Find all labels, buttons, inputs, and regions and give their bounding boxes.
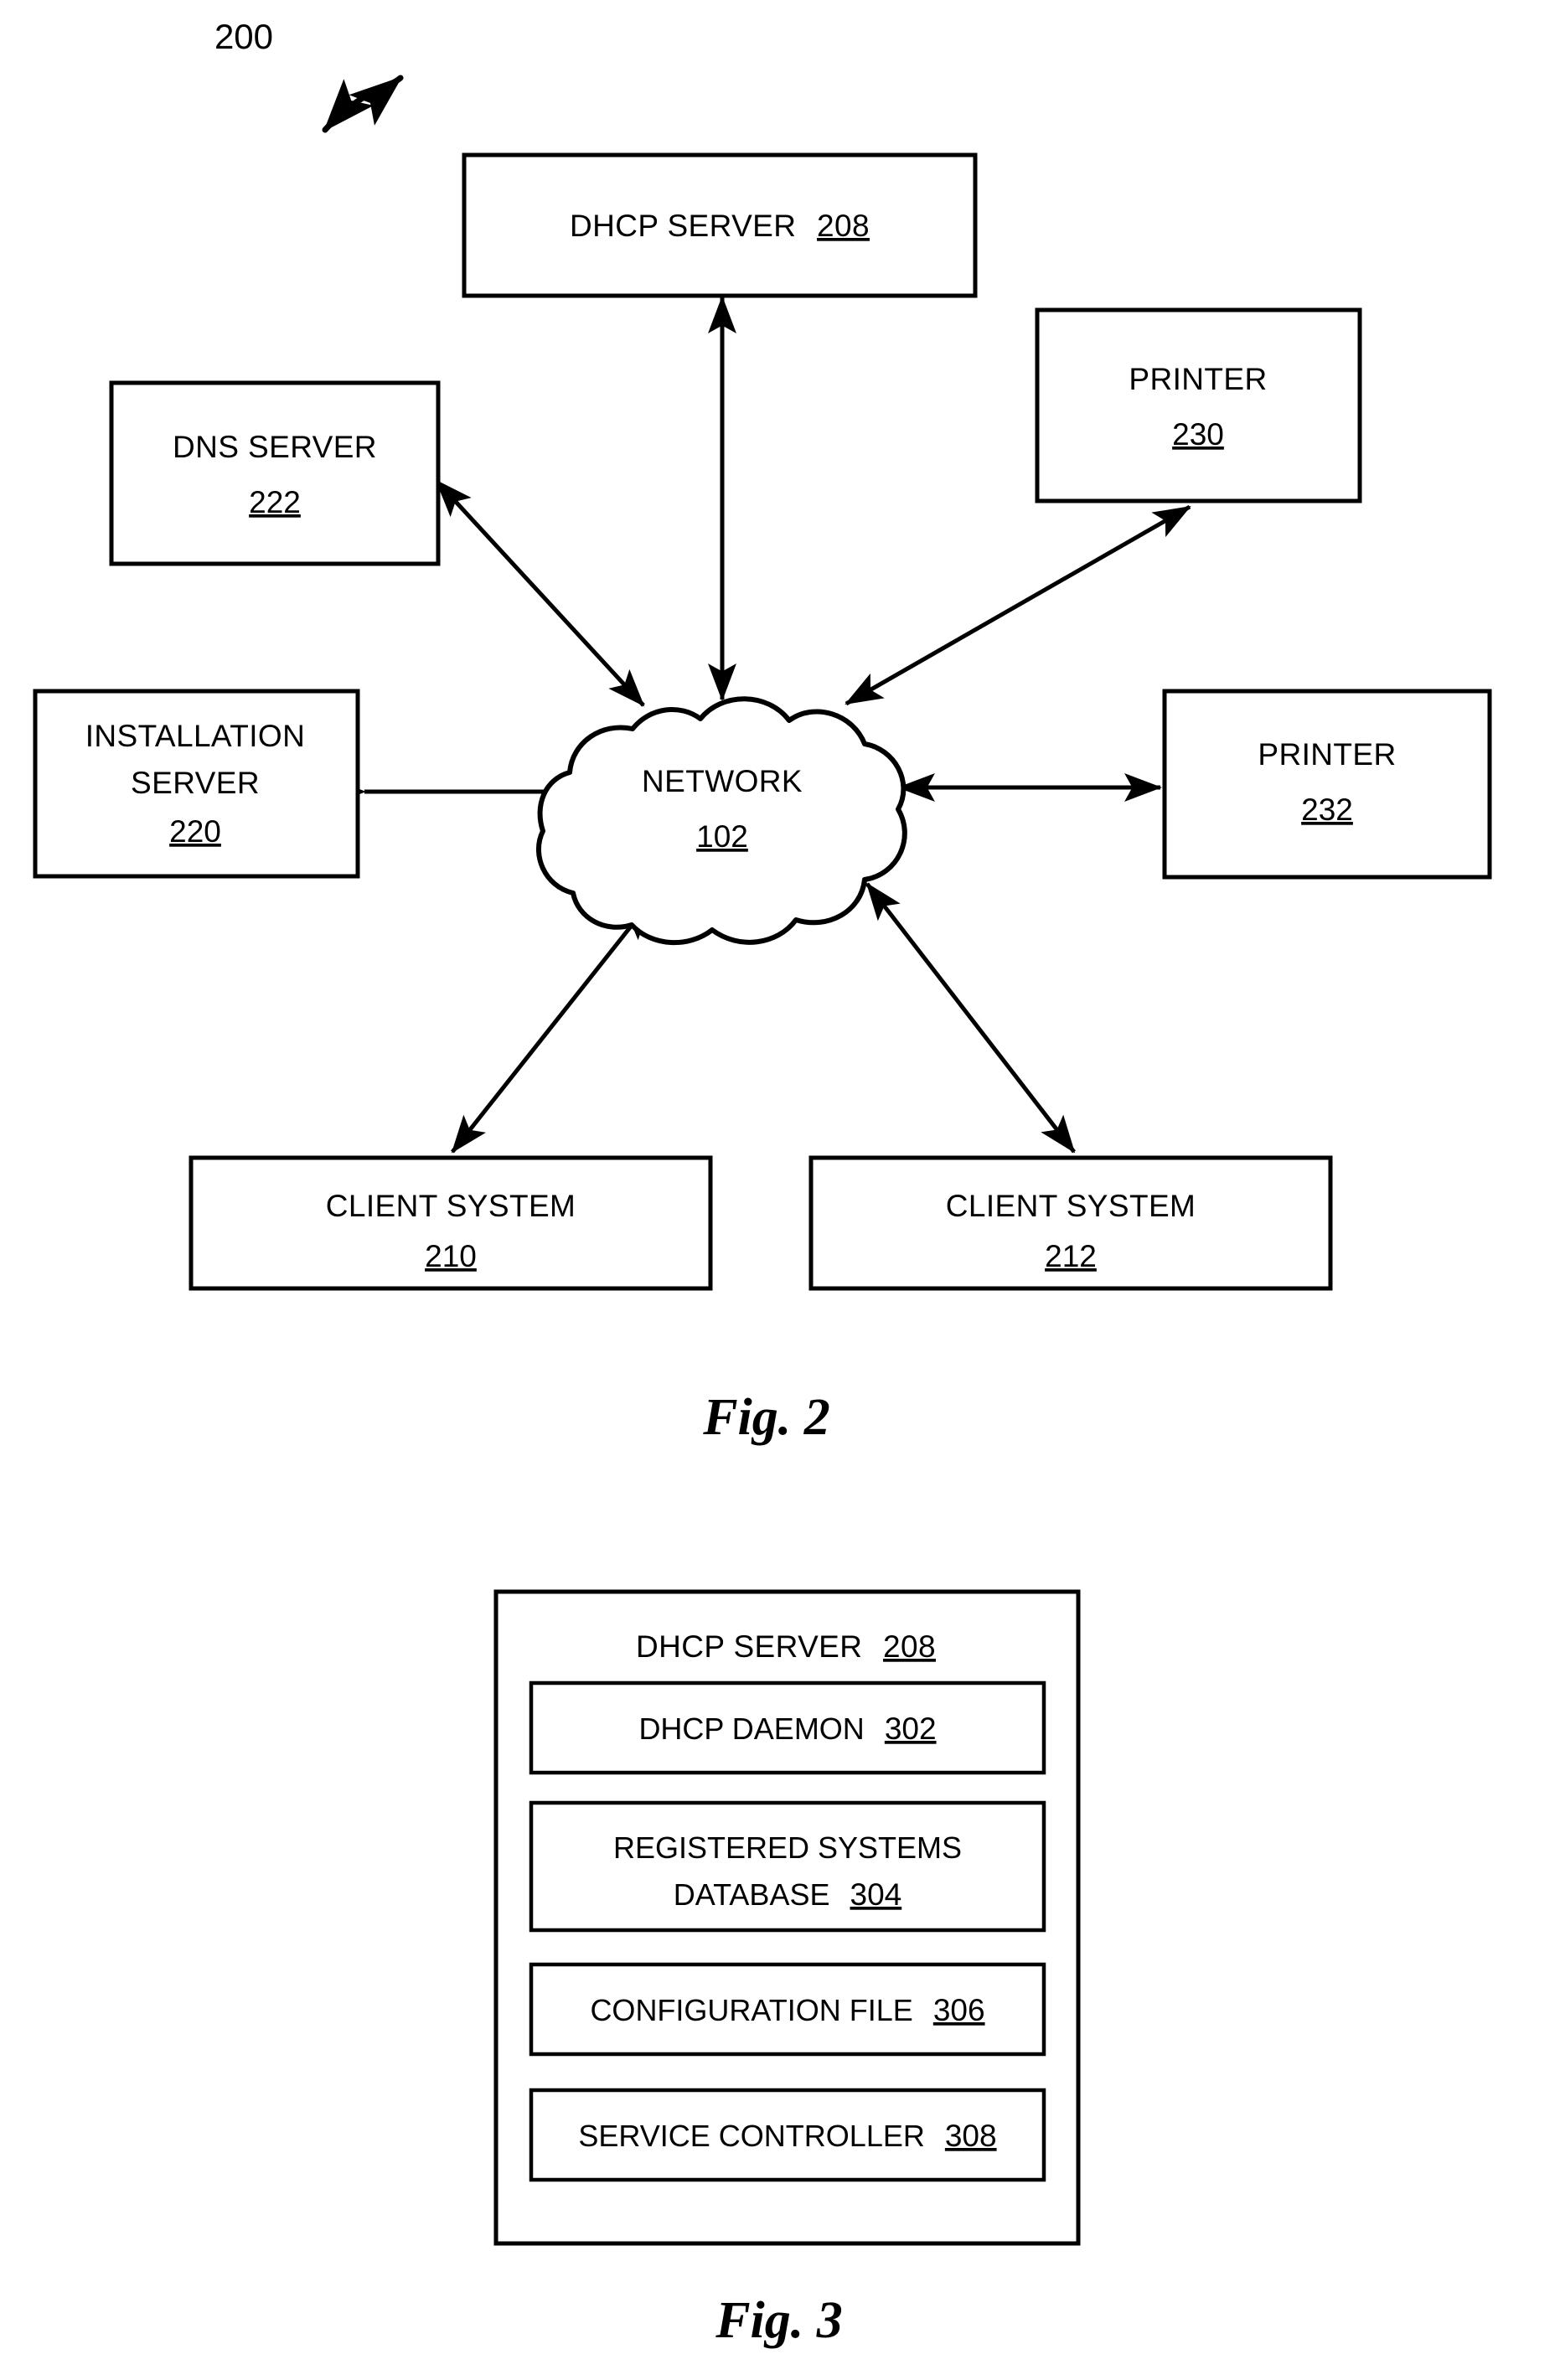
figure-2-callout: 200 <box>214 17 404 133</box>
dns-server-label: DNS SERVER <box>173 430 377 464</box>
patent-drawing-sheet: 200 DHCP SERVER 208 DNS SERVER 222 PRINT… <box>0 0 1560 2380</box>
printer-232-box <box>1162 689 1492 880</box>
installation-server-label-line2: SERVER <box>131 766 260 800</box>
node-dhcp-daemon-302[interactable]: DHCP DAEMON 302 <box>529 1680 1046 1775</box>
callout-200-label: 200 <box>214 17 273 56</box>
callout-200-leader <box>322 75 404 133</box>
registered-systems-database-refnum: 304 <box>850 1877 902 1912</box>
printer-232-refnum: 232 <box>1301 792 1353 827</box>
figure-3: DHCP SERVER 208 DHCP DAEMON 302 REGISTER… <box>493 1589 1081 2349</box>
node-network-cloud-102[interactable]: NETWORK 102 <box>535 696 907 946</box>
figure-canvas: 200 DHCP SERVER 208 DNS SERVER 222 PRINT… <box>33 17 1492 2349</box>
fig3-dhcp-server-label: DHCP SERVER 208 <box>636 1629 936 1664</box>
dhcp-daemon-label: DHCP DAEMON 302 <box>638 1711 936 1746</box>
registered-systems-database-label-line1: REGISTERED SYSTEMS <box>613 1830 962 1865</box>
dns-server-box <box>109 380 441 566</box>
printer-232-label: PRINTER <box>1258 737 1396 772</box>
client-210-refnum: 210 <box>425 1239 477 1273</box>
node-dhcp-server-208[interactable]: DHCP SERVER 208 <box>462 152 978 298</box>
figure-2-caption: Fig. 2 <box>702 1389 830 1446</box>
figure-2: 200 DHCP SERVER 208 DNS SERVER 222 PRINT… <box>33 17 1492 1446</box>
node-dns-server-222[interactable]: DNS SERVER 222 <box>109 380 441 566</box>
node-printer-232[interactable]: PRINTER 232 <box>1162 689 1492 880</box>
node-registered-systems-database-304[interactable]: REGISTERED SYSTEMS DATABASE 304 <box>529 1800 1046 1933</box>
registered-systems-database-label-line2: DATABASE 304 <box>674 1877 901 1912</box>
printer-230-refnum: 230 <box>1172 417 1224 452</box>
client-212-refnum: 212 <box>1045 1239 1097 1273</box>
network-refnum: 102 <box>696 819 748 854</box>
node-installation-server-220[interactable]: INSTALLATION SERVER 220 <box>33 689 360 879</box>
printer-230-box <box>1035 307 1362 503</box>
client-212-label: CLIENT SYSTEM <box>946 1189 1196 1223</box>
network-label: NETWORK <box>642 764 803 798</box>
node-configuration-file-306[interactable]: CONFIGURATION FILE 306 <box>529 1962 1046 2057</box>
connector-network-printer-230 <box>845 504 1191 706</box>
dhcp-server-label: DHCP SERVER 208 <box>570 209 870 243</box>
node-printer-230[interactable]: PRINTER 230 <box>1035 307 1362 503</box>
figure-3-caption: Fig. 3 <box>715 2292 843 2349</box>
installation-server-refnum: 220 <box>169 814 221 849</box>
connector-network-client-210 <box>451 901 651 1154</box>
node-client-system-210[interactable]: CLIENT SYSTEM 210 <box>189 1155 713 1291</box>
installation-server-label-line1: INSTALLATION <box>85 719 305 753</box>
node-service-controller-308[interactable]: SERVICE CONTROLLER 308 <box>529 2088 1046 2182</box>
printer-230-label: PRINTER <box>1129 362 1267 396</box>
client-210-label: CLIENT SYSTEM <box>326 1189 576 1223</box>
configuration-file-refnum: 306 <box>933 1993 985 2027</box>
fig3-dhcp-server-refnum: 208 <box>883 1629 936 1664</box>
service-controller-refnum: 308 <box>945 2119 997 2153</box>
connector-network-client-212 <box>865 882 1076 1154</box>
node-client-system-212[interactable]: CLIENT SYSTEM 212 <box>808 1155 1333 1291</box>
dhcp-daemon-refnum: 302 <box>885 1711 937 1746</box>
dhcp-server-refnum: 208 <box>817 209 870 243</box>
connector-network-dns-server <box>435 479 645 707</box>
dns-server-refnum: 222 <box>249 485 301 519</box>
